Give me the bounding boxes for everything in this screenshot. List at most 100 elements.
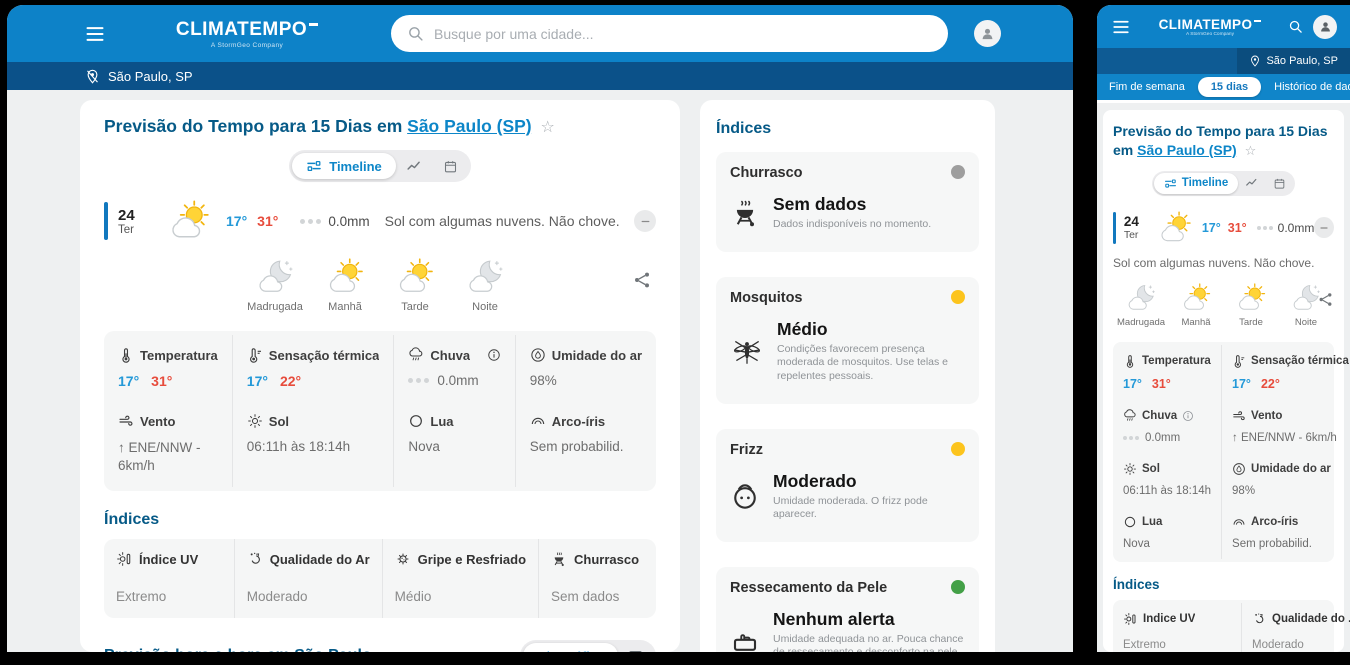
- day-row[interactable]: 24 Ter 17° 31° 0.0mm: [1113, 210, 1335, 246]
- thermometer-icon: [1123, 354, 1137, 368]
- location-off-icon: [85, 69, 100, 84]
- thermometer-icon: [118, 347, 134, 363]
- rain-intensity-dots: [1123, 435, 1139, 440]
- index-bbq[interactable]: Churrasco Sem dados: [538, 539, 656, 619]
- detail-temperature: Temperatura 17° 31°: [1123, 354, 1211, 391]
- moon-cloud-icon: [1126, 283, 1156, 313]
- favorite-star-icon[interactable]: ☆: [541, 119, 555, 136]
- detail-humidity: Umidade do ar 98%: [1221, 452, 1350, 506]
- profile-avatar[interactable]: [1313, 14, 1337, 39]
- timeline-icon: [1164, 177, 1177, 190]
- collapse-day-button[interactable]: [634, 210, 656, 232]
- search-input[interactable]: [434, 25, 932, 42]
- day-row[interactable]: 24 Ter 17° 31° 0.0mm Sol com algumas nuv…: [104, 200, 656, 242]
- calendar-view-button[interactable]: [1266, 177, 1293, 190]
- share-button[interactable]: [1317, 291, 1334, 308]
- tab-15-dias[interactable]: 15 dias: [1197, 77, 1262, 97]
- sun-icon: [247, 413, 263, 429]
- mobile-header: CLIMATEMPO A StormGeo Company: [1097, 5, 1350, 48]
- timeline-view-button[interactable]: Timeline: [1153, 172, 1239, 194]
- timeline-icon: [306, 158, 322, 174]
- detail-sun: Sol 06:11h às 18:14h: [231, 401, 394, 488]
- humidity-icon: [530, 347, 546, 363]
- city-link[interactable]: São Paulo (SP): [1137, 142, 1237, 158]
- city-link[interactable]: São Paulo (SP): [407, 116, 531, 136]
- rain-cloud-icon: [1123, 409, 1137, 423]
- index-card-churrasco[interactable]: Churrasco Sem dados Dados indisponíveis …: [716, 152, 979, 252]
- status-dot: [951, 441, 965, 456]
- indices-strip: Índice UV Extremo Qualidade do Ar Modera…: [104, 539, 656, 619]
- share-icon: [632, 270, 652, 290]
- share-button[interactable]: [632, 270, 652, 290]
- feels-like-icon: [247, 347, 263, 363]
- day-details-grid: Temperatura 17° 31° Sensação térmica 17° 2…: [1113, 341, 1349, 562]
- info-icon[interactable]: [1182, 410, 1194, 422]
- index-air-quality[interactable]: Qualidade do Ar Moderado: [1241, 602, 1350, 652]
- search-icon[interactable]: [1288, 19, 1303, 34]
- index-card-mosquitos[interactable]: Mosquitos Médio Condições favorecem pres…: [716, 276, 979, 404]
- location-label: São Paulo, SP: [108, 68, 193, 84]
- face-icon: [730, 481, 760, 511]
- graph-view-button[interactable]: Gráfico: [523, 643, 618, 652]
- hourly-section-header: Previsão hora a hora em São Paulo Gráfic…: [104, 640, 656, 652]
- menu-icon[interactable]: [1110, 18, 1132, 36]
- rain-amount: 0.0mm: [1277, 220, 1315, 235]
- chart-view-button[interactable]: [396, 158, 433, 175]
- search-bar[interactable]: [391, 15, 948, 52]
- table-view-button[interactable]: [618, 648, 653, 652]
- day-date: 24 Ter: [118, 206, 135, 236]
- climatempo-logo[interactable]: CLIMATEMPO A StormGeo Company: [1132, 17, 1288, 37]
- info-icon[interactable]: [487, 348, 501, 362]
- user-icon: [1318, 19, 1333, 34]
- timeline-view-button[interactable]: Timeline: [292, 153, 396, 179]
- day-summary: Sol com algumas nuvens. Não chove.: [1113, 255, 1315, 270]
- detail-rain: Chuva 0.0mm: [1113, 400, 1221, 453]
- calendar-icon: [1273, 177, 1286, 190]
- table-icon: [627, 648, 644, 652]
- tab-historico[interactable]: Histórico de dados: [1274, 81, 1350, 93]
- index-air-quality[interactable]: Qualidade do Ar Moderado: [233, 539, 382, 619]
- mobile-forecast-card: Previsão do Tempo para 15 Dias em São Pa…: [1103, 110, 1350, 652]
- user-icon: [979, 25, 996, 42]
- sun-cloud-icon: [1236, 283, 1266, 313]
- wind-icon: [1232, 409, 1246, 423]
- detail-feels-like: Sensação térmica 17° 22°: [1221, 344, 1350, 400]
- period-manha: Manhã: [316, 258, 374, 313]
- rain-amount: 0.0mm: [328, 213, 370, 229]
- index-flu[interactable]: Gripe e Resfriado Médio: [381, 539, 538, 619]
- menu-icon[interactable]: [83, 24, 107, 44]
- sun-icon: [1123, 462, 1137, 476]
- day-accent-bar: [1113, 211, 1116, 244]
- mobile-tab-bar: Fim de semana 15 dias Histórico de dados: [1097, 74, 1350, 100]
- climatempo-logo[interactable]: CLIMATEMPO A StormGeo Company: [167, 19, 327, 49]
- location-bar[interactable]: São Paulo, SP: [7, 62, 1073, 90]
- page-title-text: Previsão do Tempo para 15 Dias em: [104, 116, 403, 136]
- collapse-day-button[interactable]: [1314, 217, 1335, 239]
- index-card-frizz[interactable]: Frizz Moderado Umidade moderada. O frizz…: [716, 428, 979, 542]
- logo-tagline: A StormGeo Company: [210, 41, 284, 49]
- sun-cloud-icon: [168, 200, 210, 242]
- detail-rainbow: Arco-íris Sem probabilid.: [514, 401, 656, 488]
- uv-icon: [1123, 612, 1137, 626]
- desktop-viewport: CLIMATEMPO A StormGeo Company São Paulo,…: [7, 5, 1073, 652]
- hourly-heading: Previsão hora a hora em São Paulo: [104, 647, 372, 652]
- indices-heading: Índices: [1113, 576, 1160, 592]
- page-title: Previsão do Tempo para 15 Dias em São Pa…: [104, 116, 656, 137]
- temp-min: 17°: [226, 213, 248, 229]
- location-button[interactable]: São Paulo, SP: [1237, 48, 1350, 74]
- bbq-icon: [730, 198, 760, 228]
- detail-moon: Lua Nova: [1123, 515, 1163, 550]
- air-quality-icon: [1252, 612, 1266, 626]
- index-uv[interactable]: Índice UV Extremo: [104, 539, 234, 618]
- index-uv[interactable]: Índice UV Extremo: [1113, 603, 1241, 652]
- calendar-view-button[interactable]: [433, 159, 468, 174]
- status-dot: [951, 289, 965, 304]
- rain-intensity-dots: [300, 218, 322, 224]
- chart-view-button[interactable]: [1238, 176, 1266, 190]
- hourly-view-toggle: Gráfico: [520, 640, 656, 652]
- favorite-star-icon[interactable]: ☆: [1245, 143, 1257, 158]
- share-icon: [1317, 291, 1334, 308]
- tab-fim-de-semana[interactable]: Fim de semana: [1109, 81, 1185, 93]
- index-card-ressecamento[interactable]: Ressecamento da Pele Nenhum alerta Umida…: [716, 566, 979, 652]
- profile-avatar[interactable]: [974, 20, 1001, 47]
